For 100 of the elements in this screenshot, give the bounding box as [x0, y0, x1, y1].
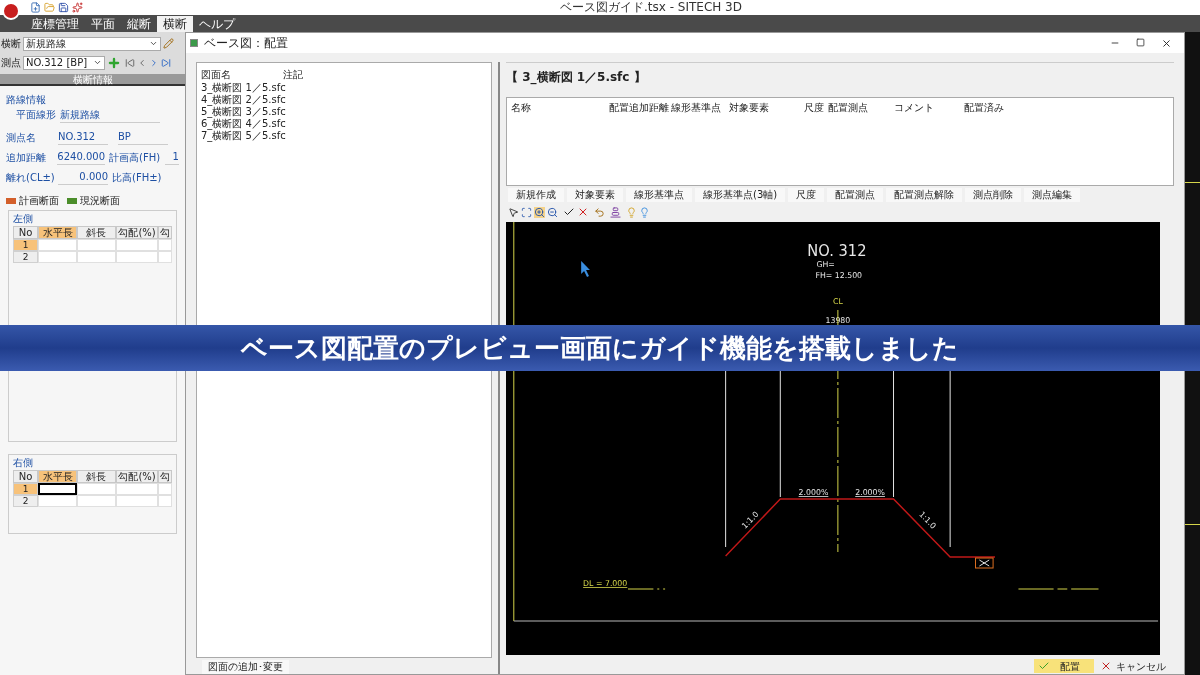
ground-icon	[67, 197, 77, 204]
column-header: コメント	[894, 101, 935, 115]
place-button[interactable]: 配置	[1034, 659, 1094, 673]
column-header: 注記	[283, 68, 304, 82]
preview-title: 【 3_横断図 1／5.sfc 】	[506, 70, 646, 84]
field-value: NO.312	[58, 129, 108, 145]
datum-label: DL = 7.000	[583, 578, 628, 588]
check-icon[interactable]	[563, 206, 575, 218]
previous-icon[interactable]	[137, 57, 147, 68]
route-dropdown[interactable]: 新規路線	[23, 36, 161, 51]
ribbon-tab[interactable]: ヘルプ	[193, 16, 241, 32]
list-item[interactable]: 4_横断図 2／5.sfc	[201, 94, 487, 106]
column-header: 勾	[158, 470, 172, 483]
action-button[interactable]: 対象要素	[567, 188, 623, 202]
ribbon-tab[interactable]: 横断	[157, 16, 193, 32]
action-button[interactable]: 配置測点	[827, 188, 884, 202]
add-icon[interactable]	[107, 55, 121, 70]
field-label: 離れ(CL±)	[6, 170, 56, 185]
list-item[interactable]: 5_横断図 3／5.sfc	[201, 106, 487, 118]
field-label: 計画高(FH)	[109, 150, 162, 165]
plan-height: FH= 12.500	[815, 270, 863, 280]
column-header: No	[13, 470, 39, 483]
column-header: 勾配(%)	[115, 470, 159, 483]
close-icon[interactable]	[1161, 37, 1172, 49]
pencil-icon[interactable]	[163, 38, 174, 49]
station-dropdown[interactable]: NO.312 [BP]	[23, 55, 105, 70]
tool-icon[interactable]	[72, 2, 83, 13]
route-label: 横断	[1, 37, 21, 51]
cancel-button[interactable]: キャンセル	[1096, 659, 1170, 673]
action-button[interactable]: 測点削除	[965, 188, 1022, 202]
last-icon[interactable]	[161, 57, 171, 68]
column-header: 名称	[511, 101, 532, 115]
ground-line	[627, 588, 666, 590]
zoom-in-icon[interactable]	[534, 206, 545, 218]
action-button[interactable]: 尺度	[788, 188, 825, 202]
group-title: 左側	[13, 212, 34, 226]
action-button[interactable]: 線形基準点(3軸)	[695, 188, 786, 202]
list-item[interactable]: 6_横断図 4／5.sfc	[201, 118, 487, 130]
plan-icon	[6, 197, 16, 204]
station-label: 測点	[1, 56, 21, 70]
field-value: 6240.000	[56, 149, 106, 165]
gutter-symbol	[975, 557, 994, 569]
row-number[interactable]: 1	[13, 483, 39, 495]
slope-label: 2.000%	[798, 487, 829, 497]
row-number[interactable]: 2	[13, 495, 39, 507]
action-button[interactable]: 新規作成	[508, 188, 564, 202]
column-header: 配置測点	[828, 101, 869, 115]
column-header: No	[13, 226, 39, 239]
station-label: NO. 312	[807, 241, 867, 260]
width-dimension: 13980	[825, 315, 851, 325]
table-cell[interactable]	[38, 483, 77, 495]
column-header: 尺度	[804, 101, 825, 115]
field-value: 新規路線	[60, 107, 160, 123]
field-label: 比高(FH±)	[112, 170, 163, 185]
action-button[interactable]: 配置測点解除	[886, 188, 963, 202]
section-header: 横断情報	[0, 74, 185, 86]
ground-height: GH=	[816, 259, 835, 269]
column-header: 水平長	[38, 470, 77, 483]
maximize-icon[interactable]	[1136, 37, 1145, 47]
list-item[interactable]: 3_横断図 1／5.sfc	[201, 82, 487, 94]
group-title: 右側	[13, 456, 34, 470]
add-drawing-button[interactable]: 図面の追加･変更	[202, 660, 289, 674]
next-icon[interactable]	[149, 57, 159, 68]
pointer-icon[interactable]	[508, 206, 519, 218]
list-item[interactable]: 7_横断図 5／5.sfc	[201, 130, 487, 142]
row-number[interactable]: 2	[13, 251, 39, 263]
slope-label: 2.000%	[855, 487, 885, 497]
field-value: 0.000	[58, 169, 108, 185]
bulb-icon[interactable]	[639, 206, 650, 218]
action-button[interactable]: 測点編集	[1024, 188, 1081, 202]
undo-icon[interactable]	[594, 206, 605, 218]
window-select-icon[interactable]	[521, 206, 532, 218]
check-icon	[1038, 660, 1050, 672]
new-file-icon[interactable]	[30, 2, 41, 13]
column-header: 配置済み	[964, 101, 1005, 115]
action-button[interactable]: 線形基準点	[626, 188, 692, 202]
first-icon[interactable]	[125, 57, 135, 68]
ribbon-tab[interactable]: 座標管理	[25, 16, 85, 32]
dialog-title: ベース図：配置	[204, 35, 288, 51]
row-number[interactable]: 1	[13, 239, 39, 251]
close-icon	[1100, 660, 1112, 672]
save-icon[interactable]	[58, 2, 69, 13]
zoom-out-icon[interactable]	[547, 206, 558, 218]
ribbon-tab[interactable]: 平面	[85, 16, 121, 32]
view-button[interactable]: 現況断面	[67, 193, 120, 208]
field-label: 平面線形	[16, 108, 56, 122]
field-label: 測点名	[6, 130, 37, 145]
field-label: 追加距離	[6, 150, 47, 165]
delete-icon[interactable]	[577, 206, 589, 218]
view-button[interactable]: 計画断面	[6, 193, 59, 208]
app-logo[interactable]	[2, 1, 20, 20]
column-header: 図面名	[201, 68, 232, 82]
column-header: 線形基準点	[671, 101, 722, 115]
group-title: 路線情報	[6, 93, 47, 107]
pointer-icon	[581, 261, 590, 277]
column-header: 対象要素	[729, 101, 770, 115]
ribbon-tab[interactable]: 縦断	[121, 16, 157, 32]
centerline-label: CL	[833, 296, 843, 306]
bulb-icon[interactable]	[626, 206, 637, 218]
field-value: 1	[165, 149, 179, 165]
